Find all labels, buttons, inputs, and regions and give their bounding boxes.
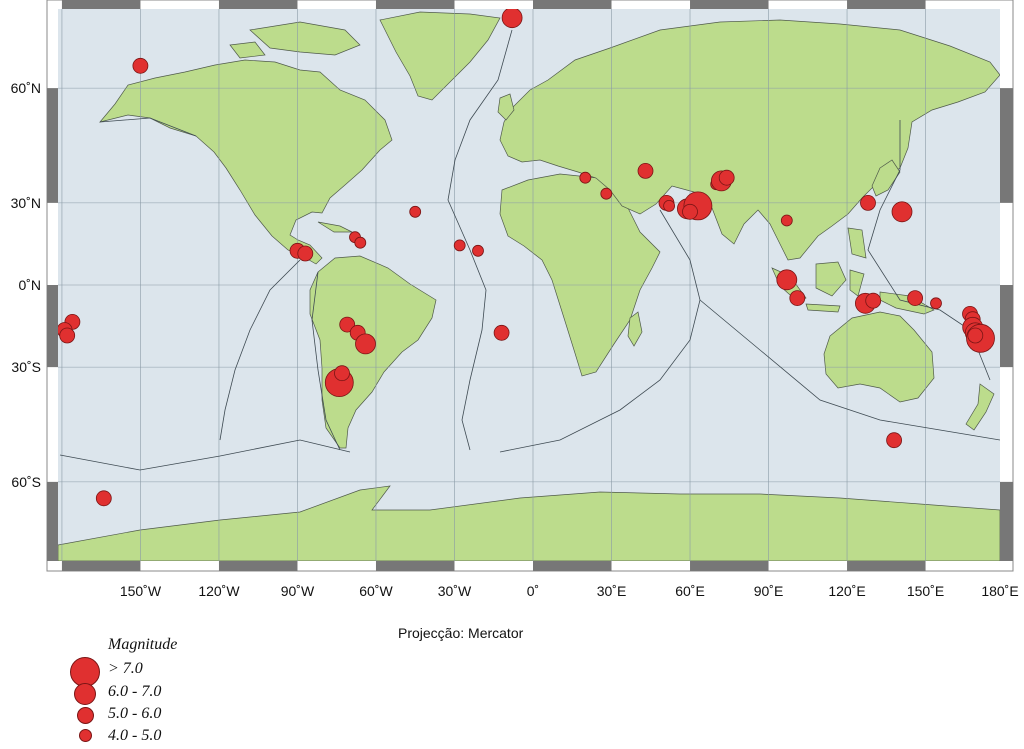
border-bar	[847, 561, 926, 571]
earthquake-marker	[354, 236, 367, 249]
legend-label-5to6: 5.0 - 6.0	[108, 705, 162, 722]
earthquake-marker	[355, 333, 376, 355]
longitude-labels: 150˚W 120˚W 90˚W 60˚W 30˚W 0˚ 30˚E 60˚E 90˚E 120˚…	[120, 583, 1019, 599]
latitude-labels: 60˚N 30˚N 0˚N 30˚S 60˚S	[11, 80, 41, 490]
earthquake-marker	[891, 201, 913, 223]
earthquake-marker	[776, 269, 798, 291]
border-bar	[47, 285, 58, 368]
border-bar	[690, 0, 769, 9]
legend-label-6to7: 6.0 - 7.0	[108, 683, 162, 700]
earthquake-marker	[789, 290, 806, 307]
earthquake-marker	[682, 203, 698, 220]
latitude-label: 0˚N	[18, 277, 41, 293]
latitude-label: 60˚N	[11, 80, 41, 96]
earthquake-marker	[600, 187, 613, 200]
earthquake-marker	[59, 327, 76, 344]
latitude-label: 30˚N	[11, 195, 41, 211]
earthquake-marker	[967, 327, 984, 344]
longitude-label: 30˚W	[438, 583, 472, 599]
border-bar	[375, 0, 455, 9]
legend-swatch-5to6	[77, 707, 94, 724]
earthquake-marker	[930, 297, 942, 310]
longitude-label: 30˚E	[597, 583, 627, 599]
longitude-label: 150˚E	[907, 583, 944, 599]
earthquake-marker	[579, 171, 592, 184]
border-bar	[533, 561, 612, 571]
border-bar	[218, 561, 298, 571]
longitude-label: 150˚W	[120, 583, 162, 599]
earthquake-marker	[780, 214, 793, 227]
earthquake-marker	[297, 245, 314, 262]
earthquake-marker	[472, 244, 484, 257]
legend-label-gt7: > 7.0	[108, 660, 143, 677]
earthquake-marker	[501, 9, 523, 29]
legend-swatch-4to5	[79, 729, 92, 742]
legend-label-4to5: 4.0 - 5.0	[108, 727, 162, 744]
longitude-label: 180˚E	[981, 583, 1018, 599]
border-bar	[690, 561, 769, 571]
longitude-label: 0˚	[527, 583, 539, 599]
earthquake-marker	[860, 194, 876, 211]
border-bar	[47, 88, 58, 203]
border-bar	[847, 0, 926, 9]
earthquake-marker	[493, 324, 510, 341]
border-bar	[1000, 481, 1013, 561]
earthquake-marker	[409, 205, 422, 218]
earthquake-marker	[663, 199, 675, 212]
legend-swatch-6to7	[74, 683, 96, 705]
border-bar	[1000, 88, 1013, 203]
earthquake-marker	[453, 239, 466, 252]
earthquake-marker	[907, 290, 923, 307]
longitude-label: 60˚W	[359, 583, 393, 599]
legend-title: Magnitude	[108, 636, 178, 653]
earthquake-marker	[886, 432, 902, 449]
earthquake-marker	[637, 162, 654, 179]
border-bar	[1000, 285, 1013, 368]
border-bar	[61, 0, 141, 9]
projection-label: Projecção: Mercator	[398, 625, 524, 641]
border-bar	[375, 561, 455, 571]
longitude-label: 60˚E	[675, 583, 705, 599]
earthquake-marker	[718, 169, 735, 186]
border-bar	[218, 0, 298, 9]
longitude-label: 120˚E	[828, 583, 865, 599]
border-bar	[533, 0, 612, 9]
earthquake-marker	[865, 292, 882, 309]
border-bar	[47, 481, 58, 561]
longitude-label: 120˚W	[198, 583, 240, 599]
latitude-label: 60˚S	[11, 474, 41, 490]
longitude-label: 90˚E	[754, 583, 784, 599]
earthquake-marker	[132, 57, 149, 74]
earthquake-marker	[95, 490, 112, 507]
border-bar	[61, 561, 141, 571]
latitude-label: 30˚S	[11, 359, 41, 375]
longitude-label: 90˚W	[281, 583, 315, 599]
earthquake-marker	[334, 365, 350, 382]
